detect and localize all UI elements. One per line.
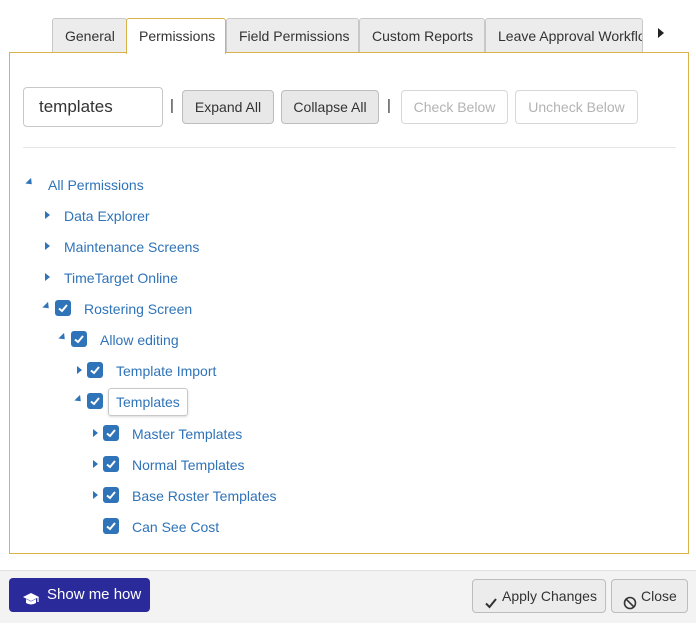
tab-custom-reports[interactable]: Custom Reports [359,18,485,52]
graduation-cap-icon [22,587,40,621]
tree-node-label[interactable]: Base Roster Templates [132,487,276,505]
checkbox-checked-icon[interactable] [103,425,119,441]
tree-node-label[interactable]: Template Import [116,362,216,380]
permissions-search-input[interactable] [23,87,163,127]
tree-node-label[interactable]: Normal Templates [132,456,245,474]
apply-changes-button[interactable]: Apply Changes [472,579,606,613]
tab-bar: General Permissions Field Permissions Cu… [0,0,696,54]
expand-toggle-icon[interactable] [42,301,52,312]
toolbar-divider [23,147,676,148]
tab-leave-approval-workflow[interactable]: Leave Approval Workflo [485,18,643,52]
tree-node-label[interactable]: Can See Cost [132,518,219,536]
tree-node-label-selected[interactable]: Templates [108,388,188,416]
expand-toggle-icon[interactable] [45,242,50,250]
checkbox-checked-icon[interactable] [103,487,119,503]
apply-changes-label: Apply Changes [502,588,597,604]
expand-toggle-icon[interactable] [25,177,35,188]
tree-node-label[interactable]: TimeTarget Online [64,269,178,287]
show-me-how-button[interactable]: Show me how [9,578,150,612]
expand-toggle-icon[interactable] [93,460,98,468]
toolbar-separator: | [170,97,174,114]
tree-node-label[interactable]: Data Explorer [64,207,150,225]
close-button[interactable]: Close [611,579,688,613]
tree-node-label[interactable]: All Permissions [48,176,144,194]
expand-toggle-icon[interactable] [77,366,82,374]
checkbox-checked-icon[interactable] [55,300,71,316]
collapse-all-button[interactable]: Collapse All [281,90,379,124]
checkbox-checked-icon[interactable] [87,362,103,378]
checkbox-checked-icon[interactable] [87,393,103,409]
toolbar-separator: | [387,97,391,114]
expand-toggle-icon[interactable] [45,273,50,281]
expand-toggle-icon[interactable] [58,332,68,343]
no-entry-icon [623,589,637,621]
checkbox-checked-icon[interactable] [103,456,119,472]
tree-node-label[interactable]: Master Templates [132,425,242,443]
expand-all-button[interactable]: Expand All [182,90,274,124]
close-label: Close [641,588,677,604]
check-below-button[interactable]: Check Below [401,90,508,124]
tree-node-label[interactable]: Allow editing [100,331,179,349]
checkmark-icon [484,589,498,621]
tab-general[interactable]: General [52,18,127,52]
tab-scroll-right-icon[interactable] [658,28,664,38]
permissions-panel: | Expand All Collapse All | Check Below … [9,52,689,554]
expand-toggle-icon[interactable] [93,491,98,499]
show-me-how-label: Show me how [47,586,142,603]
expand-toggle-icon[interactable] [45,211,50,219]
uncheck-below-button[interactable]: Uncheck Below [515,90,638,124]
checkbox-checked-icon[interactable] [71,331,87,347]
expand-toggle-icon[interactable] [74,394,84,405]
expand-toggle-icon[interactable] [93,429,98,437]
tree-node-label[interactable]: Rostering Screen [84,300,192,318]
checkbox-checked-icon[interactable] [103,518,119,534]
tree-node-label[interactable]: Maintenance Screens [64,238,199,256]
tab-permissions[interactable]: Permissions [126,18,226,54]
tab-field-permissions[interactable]: Field Permissions [226,18,359,52]
